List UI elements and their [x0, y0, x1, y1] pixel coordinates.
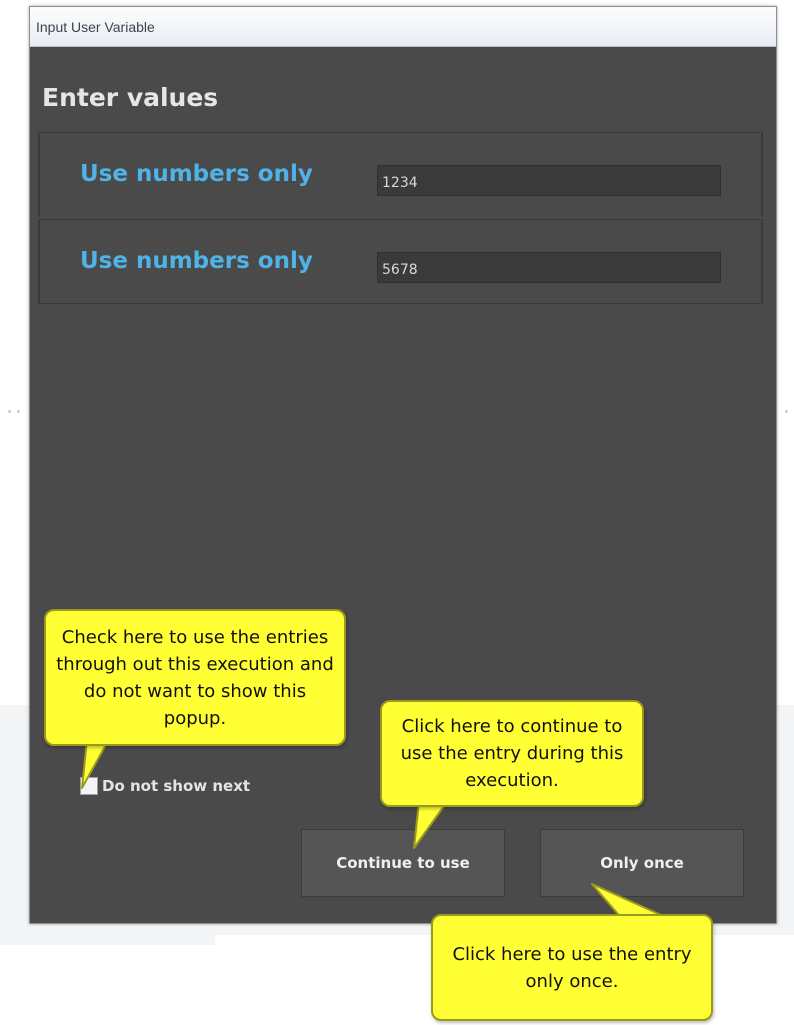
continue-to-use-button[interactable]: Continue to use: [301, 829, 505, 897]
continue-tooltip-text: Click here to continue to use the entry …: [400, 716, 624, 791]
field-row: Use numbers only 1234: [38, 132, 763, 217]
background-dot: [17, 410, 20, 413]
page-title: Enter values: [42, 83, 219, 112]
only-once-tooltip: Click here to use the entry only once.: [431, 914, 713, 1021]
background-dot: [8, 410, 11, 413]
only-once-tooltip-text: Click here to use the entry only once.: [452, 943, 692, 992]
value-input[interactable]: 1234: [377, 165, 721, 196]
field-label: Use numbers only: [80, 161, 313, 187]
checkbox-tooltip-text: Check here to use the entries through ou…: [56, 626, 334, 729]
checkbox-tooltip: Check here to use the entries through ou…: [44, 609, 346, 746]
field-label: Use numbers only: [80, 248, 313, 274]
value-input[interactable]: 5678: [377, 252, 721, 283]
field-row: Use numbers only 5678: [38, 219, 763, 304]
continue-tooltip: Click here to continue to use the entry …: [380, 700, 644, 807]
background-dot: [785, 410, 788, 413]
title-bar[interactable]: Input User Variable: [30, 7, 776, 47]
window-title: Input User Variable: [36, 18, 155, 35]
page: Input User Variable Enter values Use num…: [0, 0, 794, 1025]
do-not-show-label[interactable]: Do not show next: [102, 777, 250, 795]
